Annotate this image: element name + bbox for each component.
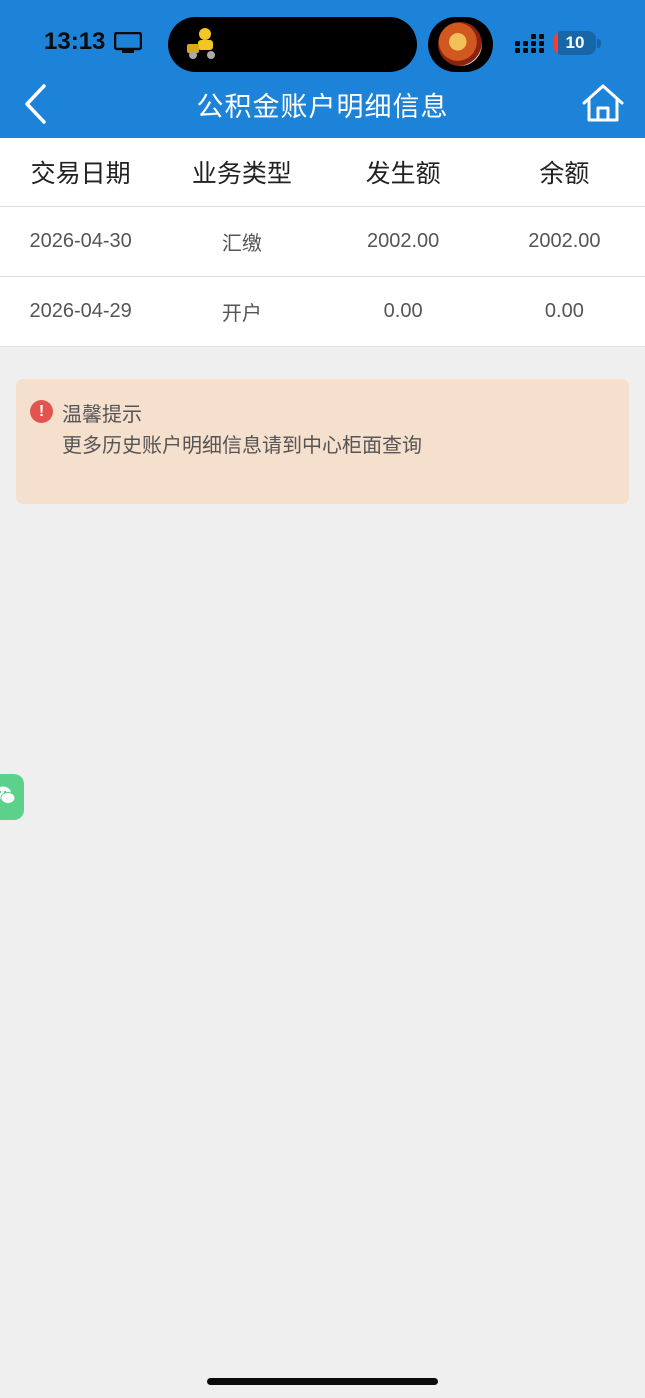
tip-title: 温馨提示 [62,402,142,426]
cell-date: 2026-04-30 [29,230,132,252]
column-header-date: 交易日期 [30,159,131,188]
cell-amount: 0.00 [383,300,423,322]
cell-date: 2026-04-29 [29,300,132,322]
battery-label: 10 [565,33,585,52]
cell-type: 开户 [221,301,262,325]
table-header: 交易日期 业务类型 发生额 余额 [0,138,645,207]
tip-box: ! 温馨提示 更多历史账户明细信息请到中心柜面查询 [16,379,629,504]
header-bar: 13:13 10 公积金账户明细信息 [0,0,645,138]
screen: 13:13 10 公积金账户明细信息 交易日期 业务类型 发生额 余额 2026… [0,0,645,1398]
cell-balance: 0.00 [544,300,584,322]
home-button[interactable] [581,82,625,124]
delivery-app-icon [187,28,215,59]
wechat-icon [0,786,16,804]
column-header-amount: 发生额 [365,159,441,188]
dynamic-island[interactable] [168,17,417,72]
status-time: 13:13 [44,28,106,55]
cell-balance: 2002.00 [528,230,601,252]
tip-text: 更多历史账户明细信息请到中心柜面查询 [62,433,422,457]
battery-tip [597,39,601,48]
floating-chat-button[interactable] [0,774,24,820]
table-row[interactable]: 2026-04-29 开户 0.00 0.00 [0,277,645,347]
cell-type: 汇缴 [221,231,262,255]
table-row[interactable]: 2026-04-30 汇缴 2002.00 2002.00 [0,207,645,277]
screen-mirroring-icon [114,32,142,53]
detail-table: 交易日期 业务类型 发生额 余额 2026-04-30 汇缴 2002.00 2… [0,138,645,347]
home-indicator[interactable] [207,1378,438,1385]
now-playing-artwork[interactable] [428,17,493,72]
battery-indicator: 10 [554,31,596,55]
cellular-signal-icon [515,34,544,53]
cell-amount: 2002.00 [366,230,440,252]
column-header-type: 业务类型 [191,159,292,188]
page-title: 公积金账户明细信息 [196,92,449,123]
column-header-balance: 余额 [539,159,590,188]
exclamation-icon: ! [30,400,53,423]
home-icon [582,84,624,122]
food-artwork-icon [438,22,482,66]
